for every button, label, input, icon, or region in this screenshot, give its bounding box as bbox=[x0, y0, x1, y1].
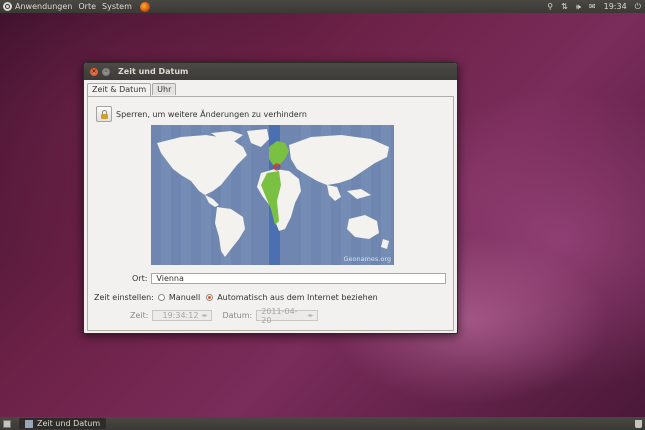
lock-row: Sperren, um weitere Änderungen zu verhin… bbox=[96, 106, 307, 122]
window-titlebar[interactable]: × – Zeit und Datum bbox=[84, 63, 457, 80]
network-icon[interactable]: ⚲ bbox=[547, 2, 553, 11]
set-time-label: Zeit einstellen: bbox=[94, 293, 154, 302]
trash-icon[interactable] bbox=[635, 419, 642, 428]
location-label: Ort: bbox=[132, 274, 148, 283]
window-icon bbox=[25, 419, 33, 428]
tab-panel: Sperren, um weitere Änderungen zu verhin… bbox=[87, 96, 454, 331]
close-icon[interactable]: × bbox=[90, 67, 98, 76]
tab-clock[interactable]: Uhr bbox=[152, 83, 177, 95]
lock-button[interactable] bbox=[96, 106, 112, 122]
lock-label: Sperren, um weitere Änderungen zu verhin… bbox=[116, 109, 307, 119]
manual-radio-label[interactable]: Manuell bbox=[169, 293, 200, 302]
menu-applications[interactable]: Anwendungen bbox=[15, 2, 72, 11]
location-row: Ort: Vienna bbox=[132, 273, 447, 284]
timezone-map[interactable]: Geonames.org bbox=[151, 125, 394, 265]
time-date-window: × – Zeit und Datum Zeit & Datum Uhr Sper… bbox=[83, 62, 458, 334]
map-credit: Geonames.org bbox=[343, 255, 391, 263]
menu-places[interactable]: Orte bbox=[78, 2, 96, 11]
minimize-icon[interactable]: – bbox=[102, 67, 110, 76]
taskbar-item[interactable]: Zeit und Datum bbox=[19, 418, 107, 429]
manual-radio[interactable] bbox=[157, 294, 165, 301]
set-time-row: Zeit einstellen: Manuell Automatisch aus… bbox=[94, 293, 378, 302]
taskbar-item-label: Zeit und Datum bbox=[37, 419, 101, 428]
world-map-graphic bbox=[151, 125, 394, 265]
system-tray: ⚲ ⇅ 🕪 ✉ 19:34 ⏻ bbox=[547, 0, 641, 13]
auto-radio[interactable] bbox=[206, 294, 214, 301]
time-value: 19:34:12 bbox=[162, 311, 199, 320]
top-panel: Anwendungen Orte System ⚲ ⇅ 🕪 ✉ 19:34 ⏻ bbox=[0, 0, 645, 13]
power-icon[interactable]: ⏻ bbox=[635, 2, 641, 12]
volume-icon[interactable]: 🕪 bbox=[576, 2, 581, 12]
location-input[interactable]: Vienna bbox=[151, 273, 447, 284]
menu-system[interactable]: System bbox=[102, 2, 132, 11]
time-spin-icon[interactable]: ◂▸ bbox=[201, 312, 207, 319]
tab-bar: Zeit & Datum Uhr bbox=[87, 83, 177, 98]
time-input[interactable]: 19:34:12 ◂▸ bbox=[152, 310, 213, 321]
firefox-icon[interactable] bbox=[139, 1, 150, 12]
time-row: Zeit: 19:34:12 ◂▸ Datum: 2011-04-20 ◂▸ bbox=[130, 307, 319, 325]
transfer-icon[interactable]: ⇅ bbox=[561, 2, 568, 11]
clock[interactable]: 19:34 bbox=[604, 2, 627, 11]
mail-icon[interactable]: ✉ bbox=[589, 2, 596, 11]
date-label: Datum: bbox=[222, 311, 253, 320]
ubuntu-logo-icon[interactable] bbox=[3, 2, 12, 11]
bottom-panel: Zeit und Datum bbox=[0, 417, 645, 430]
auto-radio-label[interactable]: Automatisch aus dem Internet beziehen bbox=[217, 293, 378, 302]
window-title: Zeit und Datum bbox=[118, 67, 189, 76]
lock-icon bbox=[100, 109, 108, 119]
date-input[interactable]: 2011-04-20 ◂▸ bbox=[256, 307, 319, 325]
show-desktop-icon[interactable] bbox=[3, 419, 11, 428]
date-spin-icon[interactable]: ◂▸ bbox=[307, 312, 313, 319]
time-label: Zeit: bbox=[130, 311, 149, 320]
date-value: 2011-04-20 bbox=[261, 306, 298, 325]
location-value: Vienna bbox=[156, 274, 184, 283]
